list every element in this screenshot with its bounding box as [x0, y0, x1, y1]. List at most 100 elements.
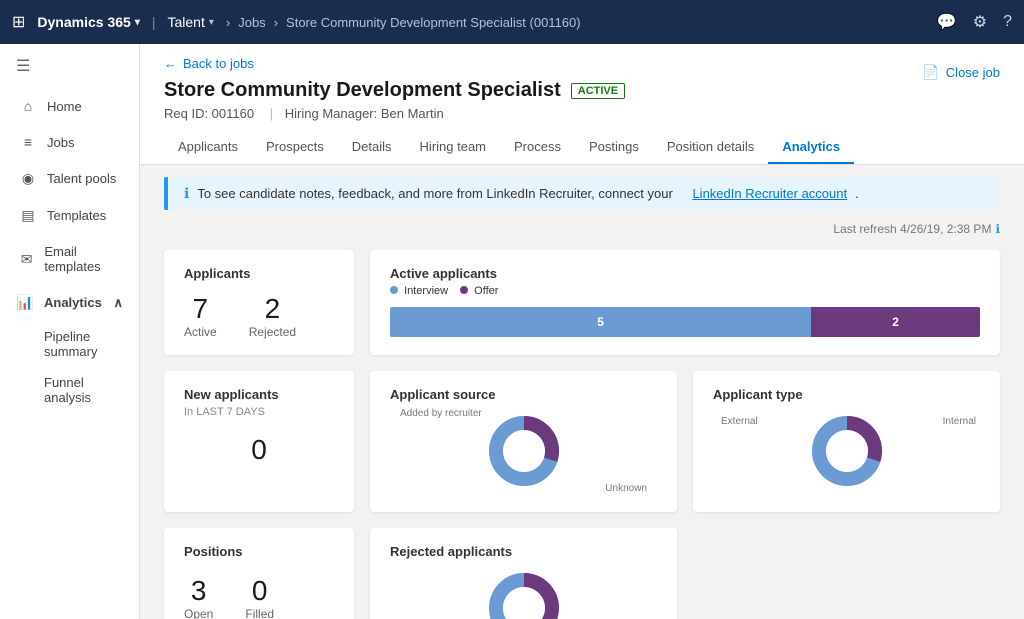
job-title: Store Community Development Specialist: [164, 79, 561, 102]
job-meta: Req ID: 001160 | Hiring Manager: Ben Mar…: [164, 106, 625, 121]
tab-prospects[interactable]: Prospects: [252, 131, 338, 164]
type-label-external: External: [721, 416, 758, 427]
new-applicants-title: New applicants: [184, 387, 334, 402]
applicant-type-donut: [807, 411, 887, 491]
cards-row-2: New applicants In LAST 7 DAYS 0 Applican…: [164, 371, 1000, 512]
jobs-icon: ≡: [19, 134, 37, 150]
sidebar: ☰ ⌂ Home ≡ Jobs ◉ Talent pools ▤ Templat…: [0, 44, 140, 619]
tab-position-details[interactable]: Position details: [653, 131, 768, 164]
sidebar-item-talent-pools[interactable]: ◉ Talent pools: [0, 160, 139, 197]
legend-offer: Offer: [460, 285, 498, 297]
talent-pools-icon: ◉: [19, 170, 37, 187]
tab-bar: Applicants Prospects Details Hiring team…: [164, 131, 1000, 164]
page-header: ← Back to jobs Store Community Developme…: [140, 44, 1024, 165]
applicants-stat-row: 7 Active 2 Rejected: [184, 293, 334, 339]
refresh-info-icon: ℹ: [995, 222, 1000, 236]
refresh-bar: Last refresh 4/26/19, 2:38 PM ℹ: [164, 222, 1000, 236]
hamburger-icon[interactable]: ☰: [0, 44, 139, 88]
rejected-applicants-title: Rejected applicants: [390, 544, 657, 559]
breadcrumb-jobs[interactable]: Jobs: [238, 15, 265, 30]
analytics-collapse-icon: ∧: [113, 295, 123, 311]
tab-process[interactable]: Process: [500, 131, 575, 164]
active-applicants-card: Active applicants Interview Offer 5: [370, 250, 1000, 355]
templates-icon: ▤: [19, 207, 37, 224]
comment-icon[interactable]: 💬: [937, 12, 957, 32]
interview-bar: 5: [390, 307, 811, 337]
rejected-count: 2: [265, 293, 281, 325]
active-stat: 7 Active: [184, 293, 217, 339]
type-label-internal: Internal: [943, 416, 976, 427]
active-label: Active: [184, 325, 217, 339]
applicant-source-card: Applicant source Added by recruiter Unkn…: [370, 371, 677, 512]
applicant-type-title: Applicant type: [713, 387, 980, 402]
open-label: Open: [184, 607, 213, 619]
sidebar-item-home[interactable]: ⌂ Home: [0, 88, 139, 124]
help-icon[interactable]: ?: [1003, 13, 1012, 31]
positions-stat-row: 3 Open 0 Filled: [184, 575, 334, 619]
source-label-unknown: Unknown: [605, 483, 647, 494]
filled-label: Filled: [245, 607, 274, 619]
tab-analytics[interactable]: Analytics: [768, 131, 854, 164]
rejected-applicants-card: Rejected applicants Experience Assessmen…: [370, 528, 677, 619]
brand-chevron-icon: ▾: [135, 17, 140, 28]
cards-row-3: Positions 3 Open 0 Filled Reject: [164, 528, 1000, 619]
sidebar-item-jobs[interactable]: ≡ Jobs: [0, 124, 139, 160]
linkedin-recruiter-link[interactable]: LinkedIn Recruiter account: [692, 186, 847, 201]
rejected-label: Rejected: [249, 325, 296, 339]
applicant-source-title: Applicant source: [390, 387, 657, 402]
analytics-section-header[interactable]: 📊 Analytics ∧: [0, 284, 139, 321]
offer-bar: 2: [811, 307, 980, 337]
applicant-type-card: Applicant type External Internal: [693, 371, 1000, 512]
rejected-applicants-donut: [484, 568, 564, 619]
req-id: Req ID: 001160: [164, 106, 254, 121]
new-applicants-stat: 0: [184, 434, 334, 466]
positions-title: Positions: [184, 544, 334, 559]
sidebar-item-email-templates[interactable]: ✉ Email templates: [0, 234, 139, 284]
info-banner: ℹ To see candidate notes, feedback, and …: [164, 177, 1000, 210]
filled-count: 0: [252, 575, 268, 607]
open-count: 3: [191, 575, 207, 607]
module-label[interactable]: Talent ▾: [167, 14, 213, 30]
sidebar-item-templates[interactable]: ▤ Templates: [0, 197, 139, 234]
rejected-stat: 2 Rejected: [249, 293, 296, 339]
back-to-jobs-link[interactable]: ← Back to jobs: [164, 56, 625, 71]
source-label-added: Added by recruiter: [400, 408, 482, 419]
brand-label[interactable]: Dynamics 365 ▾: [37, 14, 139, 30]
module-chevron-icon: ▾: [209, 17, 214, 28]
tab-applicants[interactable]: Applicants: [164, 131, 252, 164]
applicant-source-donut: [484, 411, 564, 491]
refresh-text: Last refresh 4/26/19, 2:38 PM: [833, 222, 991, 236]
legend-interview: Interview: [390, 285, 448, 297]
active-applicants-title: Active applicants: [390, 266, 980, 281]
back-arrow-icon: ←: [164, 56, 177, 71]
sidebar-item-funnel-analysis[interactable]: Funnel analysis: [0, 367, 139, 413]
main-content: ← Back to jobs Store Community Developme…: [140, 44, 1024, 619]
hiring-manager: Hiring Manager: Ben Martin: [285, 106, 444, 121]
info-icon: ℹ: [184, 185, 189, 202]
positions-card: Positions 3 Open 0 Filled: [164, 528, 354, 619]
status-badge: ACTIVE: [571, 83, 625, 99]
active-count: 7: [193, 293, 209, 325]
new-applicants-card: New applicants In LAST 7 DAYS 0: [164, 371, 354, 512]
new-applicants-count: 0: [251, 434, 267, 466]
grid-icon[interactable]: ⊞: [12, 12, 25, 32]
tab-details[interactable]: Details: [338, 131, 406, 164]
settings-icon[interactable]: ⚙: [973, 12, 987, 32]
applicants-card-title: Applicants: [184, 266, 334, 281]
close-job-doc-icon: 📄: [922, 64, 939, 81]
new-applicants-subtitle: In LAST 7 DAYS: [184, 406, 334, 418]
cards-row-1: Applicants 7 Active 2 Rejected A: [164, 250, 1000, 355]
chart-legend: Interview Offer: [390, 285, 980, 297]
close-job-button[interactable]: Close job: [946, 65, 1000, 80]
active-applicants-bar-chart: 5 2: [390, 307, 980, 337]
analytics-icon: 📊: [16, 294, 34, 311]
filled-stat: 0 Filled: [245, 575, 274, 619]
sidebar-item-pipeline-summary[interactable]: Pipeline summary: [0, 321, 139, 367]
email-templates-icon: ✉: [19, 251, 34, 268]
home-icon: ⌂: [19, 98, 37, 114]
top-nav-actions: 💬 ⚙ ?: [937, 12, 1012, 32]
tab-hiring-team[interactable]: Hiring team: [406, 131, 500, 164]
job-title-row: Store Community Development Specialist A…: [164, 79, 625, 102]
breadcrumb: › Jobs › Store Community Development Spe…: [222, 15, 581, 30]
tab-postings[interactable]: Postings: [575, 131, 653, 164]
